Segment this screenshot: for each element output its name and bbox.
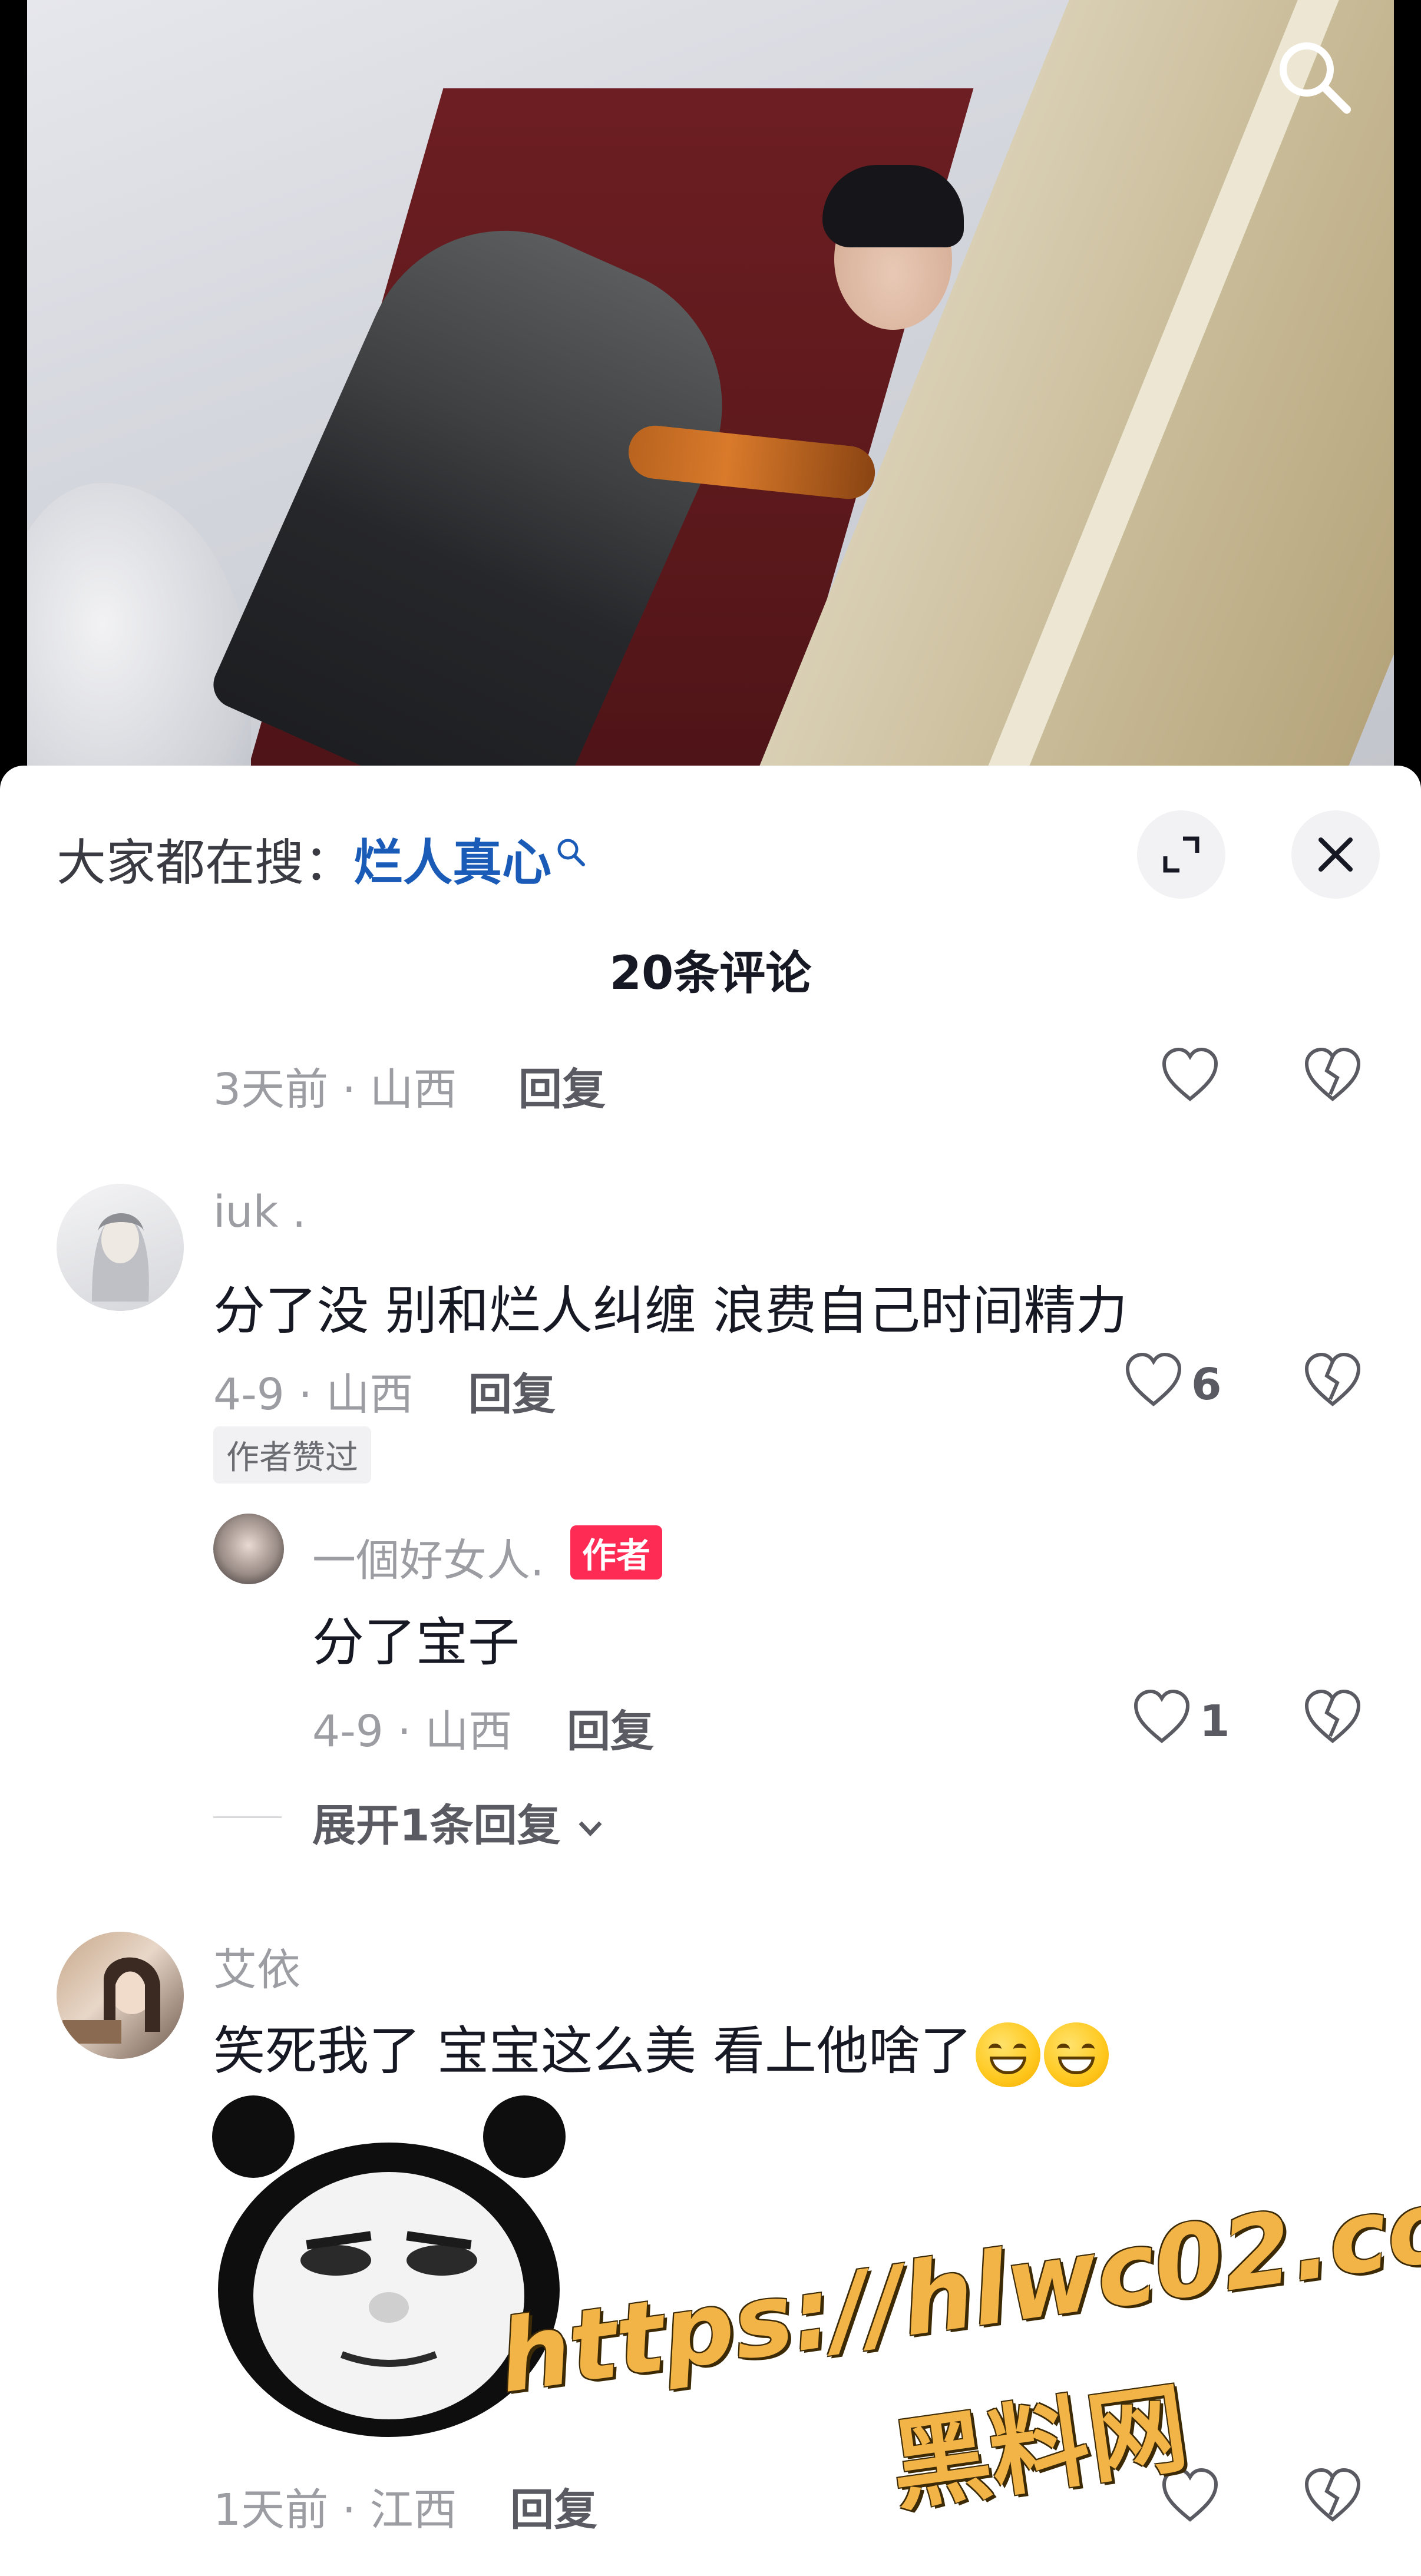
comment-username[interactable]: iuk . [213, 1187, 306, 1237]
avatar[interactable] [57, 1932, 184, 2059]
bed [27, 483, 251, 777]
comment-text-body: 笑死我了 宝宝这么美 看上他啥了 [213, 2021, 972, 2081]
author-liked-badge: 作者赞过 [213, 1426, 371, 1484]
dislike-icon[interactable] [1303, 1047, 1362, 1106]
author-badge: 作者 [570, 1525, 663, 1580]
close-button[interactable] [1291, 810, 1380, 899]
reply-avatar[interactable] [213, 1514, 284, 1584]
expand-replies-label: 展开1条回复 [312, 1800, 561, 1851]
dislike-icon[interactable] [1303, 1689, 1362, 1748]
comment-meta: 3天前 · 山西 [213, 1064, 457, 1115]
dislike-icon[interactable] [1303, 2468, 1362, 2527]
hot-search-prefix: 大家都在搜： [57, 834, 354, 892]
reply-button[interactable]: 回复 [510, 2475, 597, 2538]
like-heart-icon[interactable] [1124, 1352, 1183, 1411]
watermark-url: https://hlwc02.com [492, 2153, 1421, 2415]
comment-text: 笑死我了 宝宝这么美 看上他啥了 [213, 2009, 1109, 2088]
reply-meta: 4-9 · 山西 [312, 1706, 513, 1757]
close-icon [1318, 837, 1353, 872]
reply-button[interactable]: 回复 [567, 1696, 654, 1759]
expand-divider [213, 1816, 282, 1818]
video-frame [27, 0, 1394, 777]
comment-meta: 4-9 · 山西 [213, 1369, 414, 1420]
grin-emoji-icon [975, 2022, 1040, 2088]
grin-emoji-icon [1043, 2022, 1109, 2088]
expand-replies-button[interactable]: 展开1条回复 [312, 1790, 605, 1853]
like-heart-icon[interactable] [1132, 1689, 1191, 1748]
video-player[interactable] [0, 0, 1421, 777]
expand-icon [1163, 836, 1199, 873]
search-small-icon [555, 823, 588, 881]
reply-username[interactable]: 一個好女人. [312, 1525, 544, 1588]
comment-count: 20条评论 [609, 947, 812, 1000]
reply-button[interactable]: 回复 [518, 1054, 606, 1117]
expand-button[interactable] [1137, 810, 1225, 899]
like-count: 1 [1199, 1696, 1230, 1747]
comment-sheet: 大家都在搜：烂人真心 20条评论 3天前 · 山西 回复 iuk . 分了没 别… [0, 766, 1421, 2576]
hot-search-bar[interactable]: 大家都在搜：烂人真心 [57, 823, 588, 895]
comment-username[interactable]: 艾依 [213, 1935, 300, 1998]
hot-search-keyword[interactable]: 烂人真心 [353, 834, 551, 892]
comment-text: 分了没 别和烂人纠缠 浪费自己时间精力 [213, 1280, 1128, 1341]
like-heart-icon[interactable] [1161, 1047, 1220, 1106]
avatar[interactable] [57, 1184, 184, 1311]
chevron-down-icon [579, 1821, 602, 1837]
reply-text: 分了宝子 [312, 1612, 520, 1673]
dislike-icon[interactable] [1303, 1352, 1362, 1411]
search-icon[interactable] [1273, 35, 1355, 118]
like-count: 6 [1191, 1359, 1222, 1410]
reply-button[interactable]: 回复 [468, 1359, 556, 1422]
comment-meta: 1天前 · 江西 [213, 2485, 457, 2535]
watermark-site-name: 黑料网 [884, 2369, 1195, 2525]
person-hair [822, 165, 964, 247]
